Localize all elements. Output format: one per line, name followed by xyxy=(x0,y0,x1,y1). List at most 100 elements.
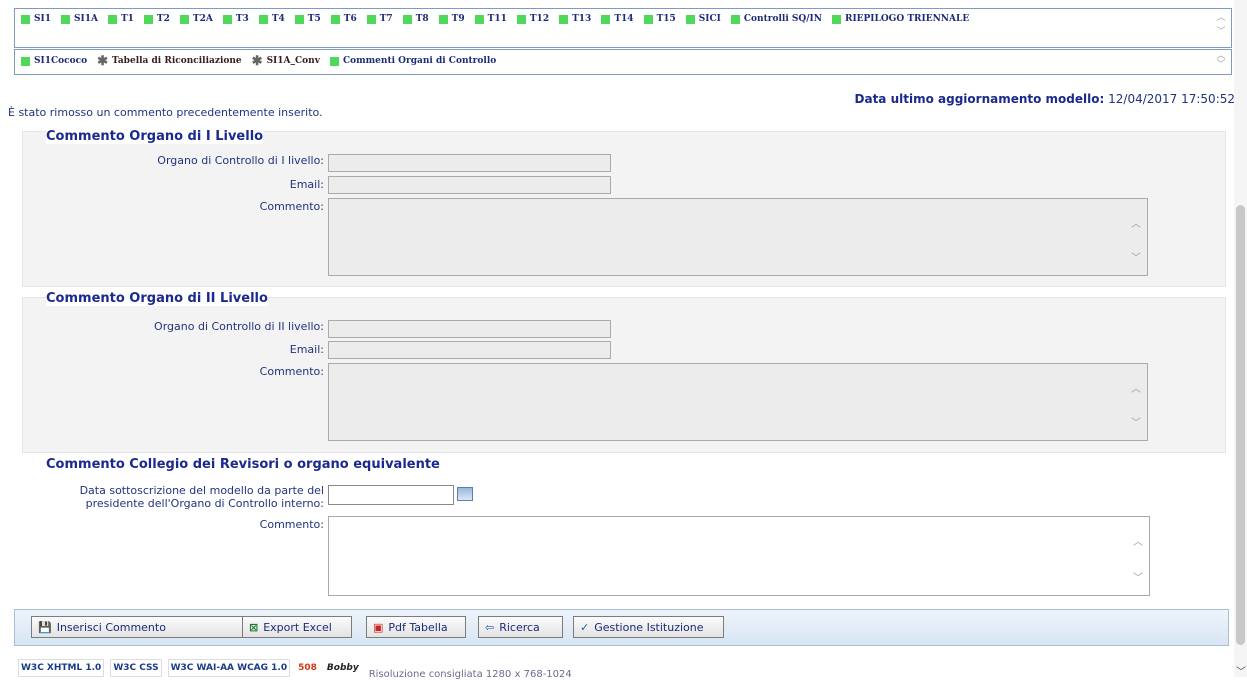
tab-t11[interactable]: T11 xyxy=(474,14,507,24)
508-badge[interactable]: 508 xyxy=(296,660,319,676)
green-square-icon xyxy=(143,14,153,24)
excel-icon: ⊠ xyxy=(249,620,259,634)
tab-label: T8 xyxy=(415,14,429,24)
chevron-down-icon[interactable]: ﹀ xyxy=(1236,663,1246,678)
organo-ii-field[interactable] xyxy=(328,320,611,338)
tab-label: T11 xyxy=(487,14,507,24)
green-square-icon xyxy=(366,14,376,24)
green-square-icon xyxy=(21,14,30,24)
tab-t2a[interactable]: T2A xyxy=(179,14,213,24)
tab-t6[interactable]: T6 xyxy=(330,14,357,24)
tab-label: T9 xyxy=(451,14,465,24)
last-update-value: 12/04/2017 17:50:52 xyxy=(1104,92,1235,106)
tab-t15[interactable]: T15 xyxy=(643,14,676,24)
tab-t13[interactable]: T13 xyxy=(559,14,591,24)
tab-label: T6 xyxy=(343,14,357,24)
tab-label: T3 xyxy=(235,14,249,24)
tab-t1[interactable]: T1 xyxy=(107,14,134,24)
tab-commenti-organi-di-controllo[interactable]: Commenti Organi di Controllo xyxy=(329,56,496,66)
pdf-tabella-button[interactable]: ▣ Pdf Tabella xyxy=(366,616,466,638)
arrow-left-icon: ⇦ xyxy=(485,620,495,634)
email-i-field[interactable] xyxy=(328,176,611,194)
button-bar: 💾 Inserisci Commento ⊠ Export Excel ▣ Pdf T… xyxy=(14,609,1229,646)
date-label-line1: Data sottoscrizione del modello da parte… xyxy=(79,484,324,497)
gestione-istituzione-button[interactable]: ✓ Gestione Istituzione xyxy=(573,616,724,638)
tab-label: SICI xyxy=(698,14,721,24)
commento-iii-textarea[interactable]: ︿ ﹀ xyxy=(328,516,1150,596)
tab-si1cococo[interactable]: SI1Cococo xyxy=(21,56,87,66)
date-input[interactable] xyxy=(328,485,454,505)
chevron-up-icon[interactable]: ︿ xyxy=(1131,380,1141,395)
tab-t12[interactable]: T12 xyxy=(516,14,549,24)
last-update: Data ultimo aggiornamento modello: 12/04… xyxy=(855,92,1235,106)
green-square-icon xyxy=(831,14,841,24)
tabs-row-1: SI1 SI1A T1 T2 T2A T3 T4 T5 T6 T7 T8 T9 T11 T12 T13 T14… xyxy=(21,14,979,24)
w3c-xhtml-badge[interactable]: W3C XHTML 1.0 xyxy=(18,659,105,677)
chevron-down-icon[interactable]: ﹀ xyxy=(1131,414,1141,429)
tab-label: SI1A xyxy=(73,14,98,24)
tab-si1a-conv[interactable]: ✱ SI1A_Conv xyxy=(251,53,320,69)
chevron-down-icon[interactable]: ﹀ xyxy=(1215,25,1227,39)
w3c-wai-badge[interactable]: W3C WAI-AA WCAG 1.0 xyxy=(167,659,291,677)
tab-si1[interactable]: SI1 xyxy=(21,14,51,24)
tab-t4[interactable]: T4 xyxy=(258,14,285,24)
commento-ii-textarea[interactable]: ︿ ﹀ xyxy=(328,363,1148,441)
bobby-badge[interactable]: Bobby xyxy=(325,660,361,676)
date-label-line2: presidente dell'Organo di Controllo inte… xyxy=(85,497,324,510)
green-square-icon xyxy=(438,14,448,24)
calendar-icon[interactable] xyxy=(457,487,473,501)
green-square-icon xyxy=(294,14,304,24)
email-ii-field[interactable] xyxy=(328,341,611,359)
tab-tabella-di-riconciliazione[interactable]: ✱ Tabella di Riconciliazione xyxy=(97,53,242,69)
tab-t9[interactable]: T9 xyxy=(438,14,465,24)
tab-label: T14 xyxy=(614,14,634,24)
ricerca-button[interactable]: ⇦ Ricerca xyxy=(478,616,563,638)
email-i-label: Email: xyxy=(289,178,324,191)
chevron-down-icon[interactable]: ﹀ xyxy=(1133,569,1143,584)
w3c-css-badge[interactable]: W3C CSS xyxy=(110,659,162,677)
tab-sici[interactable]: SICI xyxy=(685,14,721,24)
tab-t5[interactable]: T5 xyxy=(294,14,321,24)
tab-t8[interactable]: T8 xyxy=(402,14,429,24)
email-ii-label: Email: xyxy=(289,343,324,356)
tab-bar2-scroll[interactable]: ︿ ﹀ xyxy=(1215,52,1227,70)
tab-label: T4 xyxy=(271,14,285,24)
section2-title: Commento Organo di II Livello xyxy=(46,291,268,306)
green-square-icon xyxy=(60,14,70,24)
page-scrollbar[interactable]: ﹀ xyxy=(1234,0,1247,678)
green-square-icon xyxy=(402,14,412,24)
star-icon: ✱ xyxy=(97,53,109,69)
scrollbar-thumb[interactable] xyxy=(1236,205,1245,645)
tab-label: T2A xyxy=(192,14,213,24)
green-square-icon xyxy=(258,14,268,24)
star-icon: ✱ xyxy=(251,53,263,69)
tab-label: T15 xyxy=(656,14,676,24)
tab-label: SI1A_Conv xyxy=(266,56,320,66)
chevron-down-icon[interactable]: ﹀ xyxy=(1215,61,1227,70)
pdf-icon: ▣ xyxy=(373,620,384,634)
inserisci-commento-button[interactable]: 💾 Inserisci Commento xyxy=(31,616,243,638)
tab-t7[interactable]: T7 xyxy=(366,14,393,24)
gestione-label: Gestione Istituzione xyxy=(594,620,704,634)
tab-t2[interactable]: T2 xyxy=(143,14,170,24)
chevron-up-icon[interactable]: ︿ xyxy=(1133,533,1143,548)
commento-i-textarea[interactable]: ︿ ﹀ xyxy=(328,198,1148,276)
tab-t3[interactable]: T3 xyxy=(222,14,249,24)
green-square-icon xyxy=(329,56,339,66)
tab-bar-scroll[interactable]: ︿ ﹀ xyxy=(1215,11,1227,39)
chevron-up-icon[interactable]: ︿ xyxy=(1131,215,1141,230)
green-square-icon xyxy=(601,14,611,24)
tab-t14[interactable]: T14 xyxy=(601,14,634,24)
organo-i-field[interactable] xyxy=(328,154,611,172)
green-square-icon xyxy=(21,56,30,66)
chevron-up-icon[interactable]: ︿ xyxy=(1215,11,1227,25)
tab-label: SI1 xyxy=(34,14,51,24)
tab-controlli-sq-in[interactable]: Controlli SQ/IN xyxy=(730,14,822,24)
export-excel-button[interactable]: ⊠ Export Excel xyxy=(242,616,352,638)
tab-riepilogo-triennale[interactable]: RIEPILOGO TRIENNALE xyxy=(831,14,969,24)
chevron-down-icon[interactable]: ﹀ xyxy=(1131,249,1141,264)
checkmark-icon: ✓ xyxy=(580,620,590,634)
tab-bar-secondary: SI1Cococo ✱ Tabella di Riconciliazione ✱ SI1… xyxy=(14,49,1232,75)
green-square-icon xyxy=(107,14,117,24)
tab-si1a[interactable]: SI1A xyxy=(60,14,98,24)
